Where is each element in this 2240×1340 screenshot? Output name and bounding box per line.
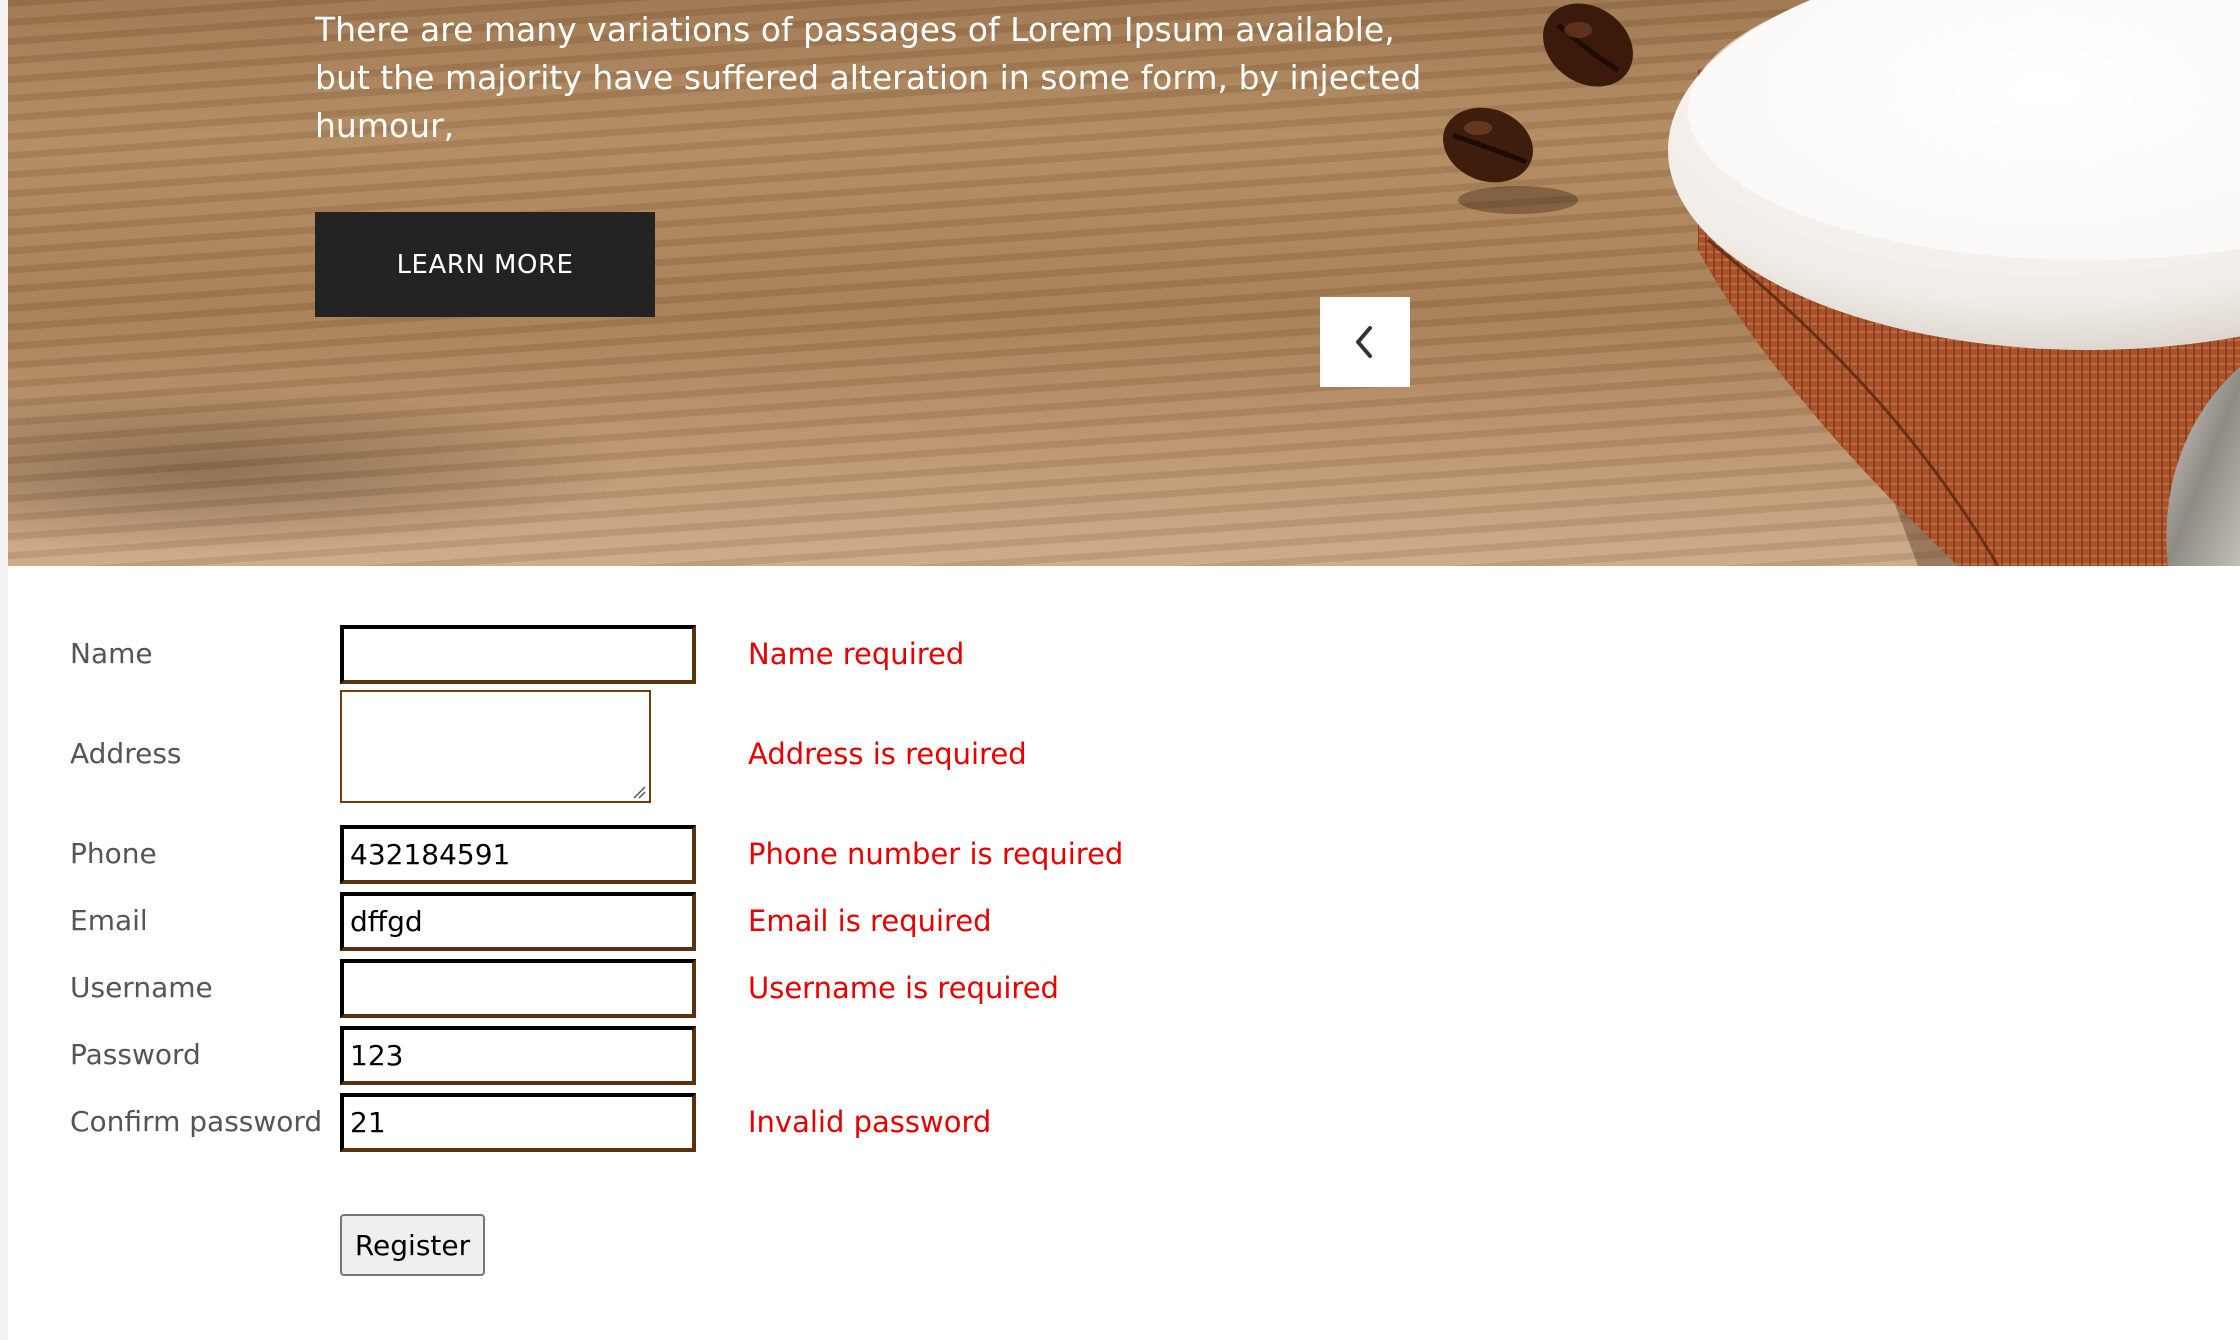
carousel-prev-button[interactable]: [1320, 297, 1410, 387]
address-error: Address is required: [748, 737, 1027, 771]
resize-grip-icon[interactable]: [632, 785, 646, 799]
confirm-password-input[interactable]: [340, 1093, 696, 1152]
address-label: Address: [70, 737, 182, 770]
name-input[interactable]: [340, 625, 696, 684]
password-label: Password: [70, 1038, 201, 1071]
address-textarea[interactable]: [340, 690, 651, 803]
phone-error: Phone number is required: [748, 837, 1124, 871]
page-left-edge: [0, 0, 8, 1340]
hero-coffee-illustration: [1443, 0, 2240, 566]
phone-input[interactable]: [340, 825, 696, 884]
learn-more-button[interactable]: LEARN MORE: [315, 212, 655, 317]
confirm-password-label: Confirm password: [70, 1105, 323, 1138]
email-error: Email is required: [748, 904, 992, 938]
confirm-password-error: Invalid password: [748, 1105, 992, 1139]
name-error: Name required: [748, 637, 965, 671]
chevron-left-icon: [1356, 326, 1372, 358]
hero-description: There are many variations of passages of…: [315, 10, 1422, 145]
password-input[interactable]: [340, 1026, 696, 1085]
phone-label: Phone: [70, 837, 157, 870]
name-label: Name: [70, 637, 153, 670]
hero-banner: There are many variations of passages of…: [8, 0, 2240, 566]
email-label: Email: [70, 904, 148, 937]
email-input[interactable]: [340, 892, 696, 951]
register-button[interactable]: Register: [340, 1214, 485, 1276]
username-label: Username: [70, 971, 213, 1004]
username-error: Username is required: [748, 971, 1059, 1005]
username-input[interactable]: [340, 959, 696, 1018]
